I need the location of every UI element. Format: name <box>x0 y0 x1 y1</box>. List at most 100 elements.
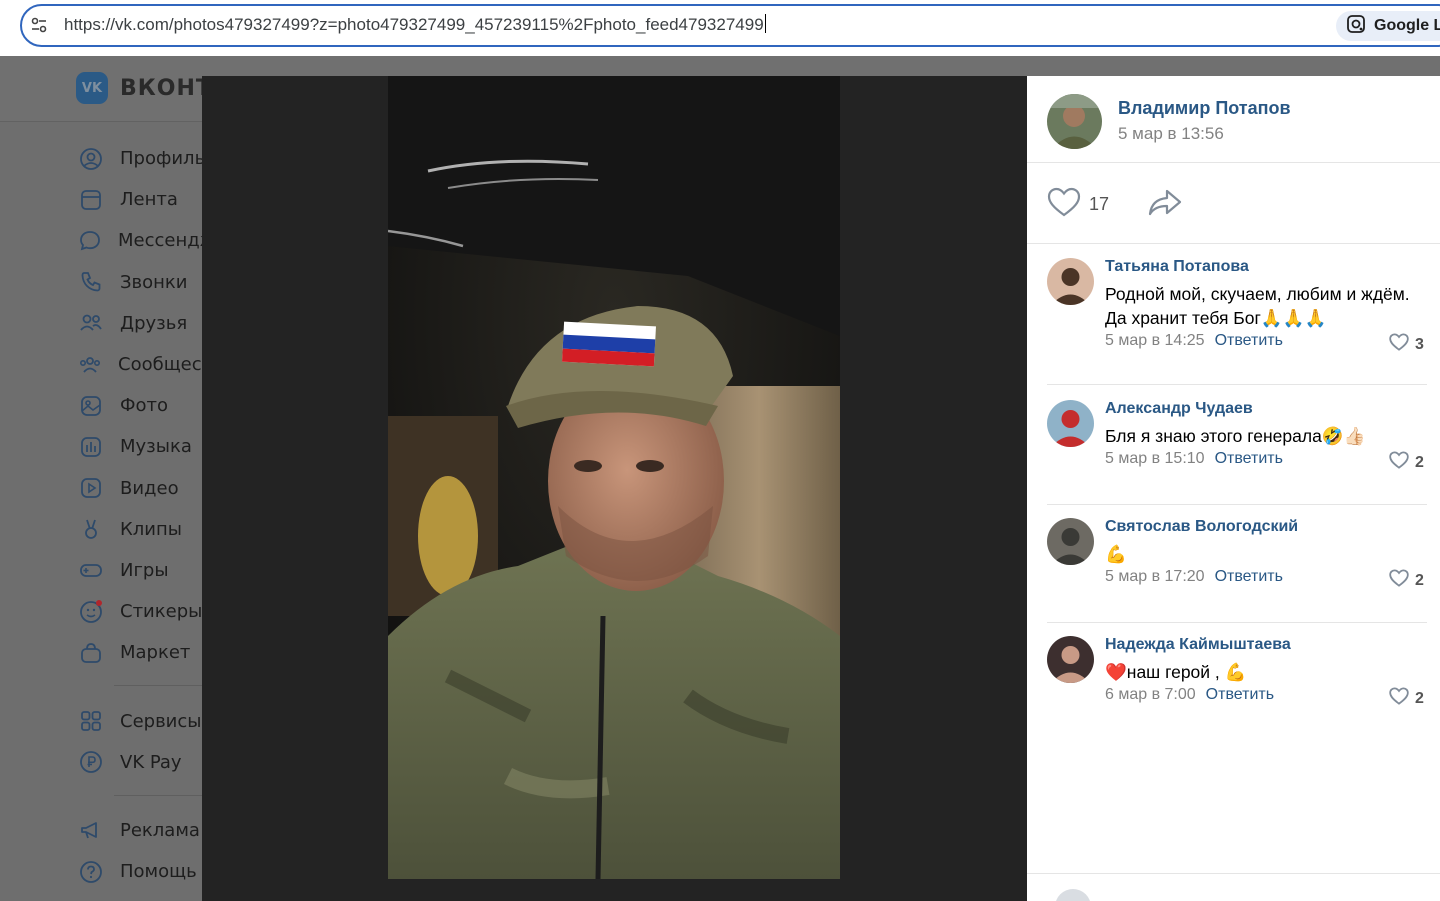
photo-info-panel: Владимир Потапов 5 мар в 13:56 17 Татьян… <box>1027 76 1440 901</box>
services-icon <box>78 708 104 734</box>
friends-icon <box>78 310 104 336</box>
comment-text: Родной мой, скучаем, любим и ждём. Да хр… <box>1105 284 1410 328</box>
sidebar-item-label: Профиль <box>120 148 206 170</box>
commenter-avatar[interactable] <box>1047 518 1094 565</box>
commenter-avatar[interactable] <box>1047 258 1094 305</box>
comment-meta: 5 мар в 15:10 Ответить <box>1105 450 1283 468</box>
comment-divider <box>1047 622 1427 623</box>
reply-link[interactable]: Ответить <box>1206 686 1274 703</box>
heart-icon <box>1389 333 1409 356</box>
comment-date[interactable]: 5 мар в 15:10 <box>1105 450 1205 467</box>
sidebar-item-photo[interactable]: Фото <box>78 385 208 426</box>
comment-like-button[interactable]: 2 <box>1389 687 1424 710</box>
music-icon <box>78 434 104 460</box>
sidebar-item-ads[interactable]: Реклама <box>78 810 208 851</box>
post-date[interactable]: 5 мар в 13:56 <box>1118 124 1224 144</box>
sidebar-item-label: Друзья <box>120 312 188 334</box>
sidebar-item-label: Музыка <box>120 436 192 458</box>
commenter-avatar[interactable] <box>1047 636 1094 683</box>
sidebar-item-user[interactable]: Профиль <box>78 138 208 179</box>
help-icon <box>78 859 104 885</box>
sidebar-item-music[interactable]: Музыка <box>78 426 208 467</box>
photo-image[interactable] <box>388 76 840 879</box>
heart-icon <box>1389 687 1409 710</box>
ads-icon <box>78 817 104 843</box>
sidebar-item-label: Фото <box>120 395 169 417</box>
share-button[interactable] <box>1147 188 1183 222</box>
comment-like-button[interactable]: 3 <box>1389 333 1424 356</box>
sidebar-item-phone[interactable]: Звонки <box>78 262 208 303</box>
sidebar-item-label: Лента <box>120 189 178 211</box>
comment-divider <box>1047 384 1427 385</box>
comment-like-count: 2 <box>1415 571 1424 589</box>
comment-item: Татьяна Потапова Родной мой, скучаем, люб… <box>1047 258 1427 368</box>
comment-like-count: 2 <box>1415 689 1424 707</box>
comment-item: Надежда Каймыштаева ❤️наш герой , 💪 6 мар … <box>1047 636 1427 746</box>
communities-icon <box>78 352 102 378</box>
comment-date[interactable]: 6 мар в 7:00 <box>1105 686 1196 703</box>
message-icon <box>78 228 102 254</box>
sidebar-item-services[interactable]: Сервисы <box>78 700 208 741</box>
sidebar-item-games[interactable]: Игры <box>78 550 208 591</box>
sidebar-item-communities[interactable]: Сообщест <box>78 344 212 385</box>
heart-icon <box>1389 451 1409 474</box>
site-info-icon[interactable] <box>30 16 48 34</box>
author-name[interactable]: Владимир Потапов <box>1118 98 1291 119</box>
heart-icon <box>1389 569 1409 592</box>
comment-divider <box>1047 504 1427 505</box>
sidebar-item-label: Реклама <box>120 819 200 841</box>
sidebar-divider <box>114 794 214 796</box>
sidebar-item-video[interactable]: Видео <box>78 468 208 509</box>
photo-icon <box>78 393 104 419</box>
comment-like-button[interactable]: 2 <box>1389 569 1424 592</box>
vk-logo-icon[interactable]: VK <box>76 72 108 104</box>
url-text[interactable]: https://vk.com/photos479327499?z=photo47… <box>64 14 766 35</box>
reply-link[interactable]: Ответить <box>1215 568 1283 585</box>
sidebar-item-label: Игры <box>120 559 169 581</box>
user-icon <box>78 146 104 172</box>
commenter-name[interactable]: Татьяна Потапова <box>1105 258 1249 276</box>
comment-text: 💪 <box>1105 544 1127 564</box>
comment-meta: 5 мар в 14:25 Ответить <box>1105 332 1283 350</box>
sidebar-item-feed[interactable]: Лента <box>78 179 208 220</box>
comment-text: Бля я знаю этого генерала🤣👍🏻 <box>1105 426 1366 446</box>
reply-link[interactable]: Ответить <box>1215 332 1283 349</box>
google-lens-button[interactable]: Google Le <box>1336 11 1440 41</box>
sidebar-item-vkpay[interactable]: VK Pay <box>78 742 208 783</box>
like-count: 17 <box>1089 193 1110 214</box>
reply-link[interactable]: Ответить <box>1215 450 1283 467</box>
sidebar-item-label: Помощь <box>120 861 197 883</box>
comment-date[interactable]: 5 мар в 17:20 <box>1105 568 1205 585</box>
sidebar-item-help[interactable]: Помощь <box>78 851 208 892</box>
commenter-name[interactable]: Надежда Каймыштаева <box>1105 636 1291 654</box>
like-button[interactable]: 17 <box>1047 187 1109 221</box>
share-icon <box>1147 189 1183 222</box>
commenter-avatar[interactable] <box>1047 400 1094 447</box>
browser-toolbar: https://vk.com/photos479327499?z=photo47… <box>0 0 1440 56</box>
market-icon <box>78 640 104 666</box>
sidebar-divider <box>114 685 214 687</box>
heart-icon <box>1047 187 1081 221</box>
post-author: Владимир Потапов 5 мар в 13:56 <box>1027 76 1440 163</box>
sidebar-item-label: Видео <box>120 477 179 499</box>
left-sidebar: Профиль Лента Мессендж Звонки Друзья Сообщест… <box>78 138 216 892</box>
video-icon <box>78 475 104 501</box>
author-avatar[interactable] <box>1047 94 1102 149</box>
sidebar-item-label: Клипы <box>120 518 182 540</box>
sidebar-item-stickers[interactable]: Стикеры <box>78 591 208 632</box>
commenter-name[interactable]: Святослав Вологодский <box>1105 518 1298 536</box>
sidebar-item-clips[interactable]: Клипы <box>78 509 208 550</box>
comment-like-button[interactable]: 2 <box>1389 451 1424 474</box>
sidebar-item-friends[interactable]: Друзья <box>78 303 208 344</box>
sidebar-item-market[interactable]: Маркет <box>78 632 208 673</box>
sidebar-item-label: VK Pay <box>120 751 182 773</box>
sidebar-item-message[interactable]: Мессендж <box>78 220 216 261</box>
commenter-name[interactable]: Александр Чудаев <box>1105 400 1253 418</box>
comment-date[interactable]: 5 мар в 14:25 <box>1105 332 1205 349</box>
comment-meta: 6 мар в 7:00 Ответить <box>1105 686 1274 704</box>
vk-brand: ВКОНТ <box>120 76 212 101</box>
feed-icon <box>78 187 104 213</box>
post-actions: 17 <box>1027 163 1440 244</box>
lens-icon <box>1346 14 1366 38</box>
sidebar-item-label: Звонки <box>120 271 188 293</box>
